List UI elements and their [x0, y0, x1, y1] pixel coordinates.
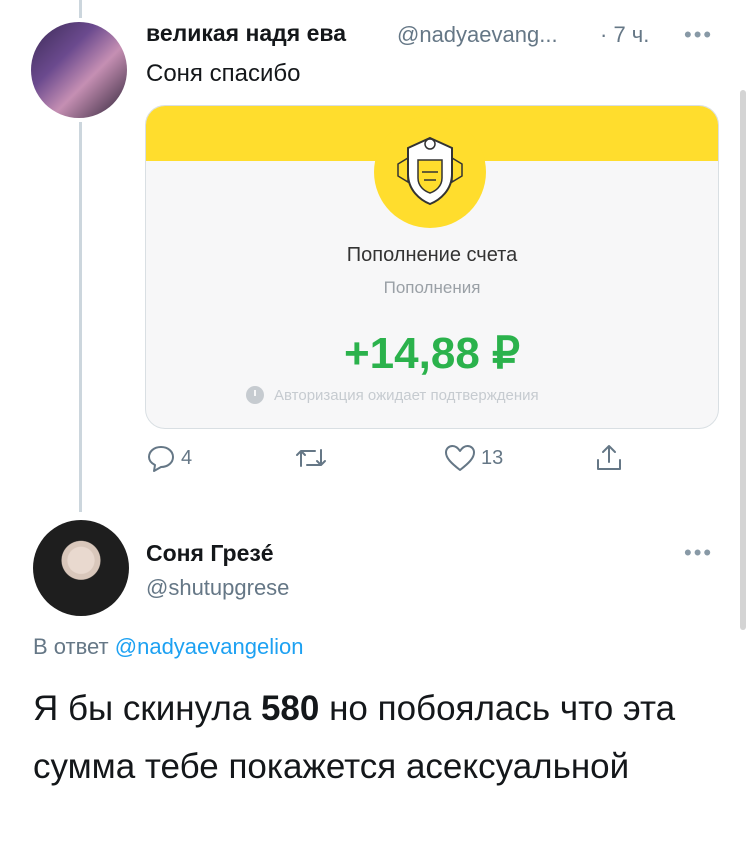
retweet-button[interactable]	[293, 442, 333, 474]
user-handle[interactable]: @shutupgrese	[146, 575, 289, 601]
share-icon	[597, 445, 621, 470]
more-options-icon[interactable]: •••	[684, 22, 713, 48]
more-options-icon[interactable]: •••	[684, 540, 713, 566]
clock-icon	[246, 386, 264, 404]
transaction-category: Пополнения	[383, 278, 481, 297]
reply-prefix: В ответ	[33, 634, 109, 659]
bank-logo	[374, 116, 486, 228]
thread-line-top	[79, 0, 82, 18]
tweet-text: Соня спасибо	[146, 60, 301, 87]
tweet-text-start: Я бы скинула	[33, 689, 261, 728]
like-count: 13	[481, 446, 504, 469]
tweet-actions: 4 13	[145, 442, 635, 478]
like-button[interactable]: 13	[443, 442, 503, 474]
tweet-text-bold-number: 580	[260, 689, 320, 728]
reply-context: В ответ @nadyaevangelion	[33, 634, 303, 660]
thread-line	[79, 122, 82, 512]
attached-image[interactable]: Пополнение счета Пополнения +14,88 ₽ Авт…	[145, 105, 719, 429]
heart-icon	[445, 445, 475, 471]
reply-count: 4	[181, 446, 193, 469]
bank-crest-icon	[397, 136, 463, 206]
reply-handle-link[interactable]: @nadyaevangelion	[115, 634, 304, 659]
display-name[interactable]: великая надя ева	[146, 20, 346, 47]
scrollbar[interactable]	[740, 90, 746, 630]
transaction-status-text: Авторизация ожидает подтверждения	[274, 386, 539, 404]
transaction-status: Авторизация ожидает подтверждения	[246, 386, 539, 404]
transaction-amount: +14,88 ₽	[343, 329, 521, 378]
reply-icon	[148, 446, 174, 472]
avatar[interactable]	[31, 22, 127, 118]
display-name[interactable]: Соня Грезé	[146, 540, 274, 567]
avatar[interactable]	[33, 520, 129, 616]
share-button[interactable]	[593, 442, 625, 474]
retweet-icon	[296, 449, 326, 467]
tweet-text: Я бы скинула 580 но побоялась что эта су…	[33, 680, 733, 796]
tweet-time[interactable]: · 7 ч.	[600, 22, 649, 48]
reply-button[interactable]: 4	[145, 442, 192, 474]
user-handle[interactable]: @nadyaevang...	[397, 22, 558, 48]
transaction-title: Пополнение счета	[346, 244, 518, 266]
